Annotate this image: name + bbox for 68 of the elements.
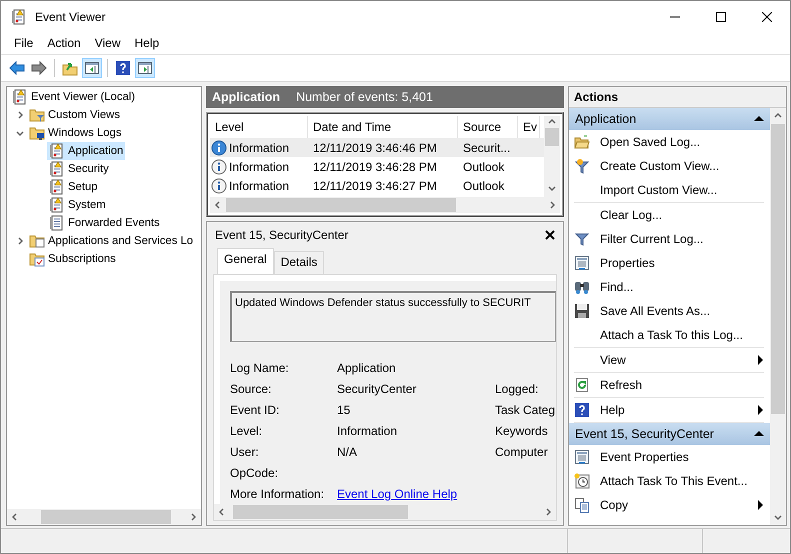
command-item[interactable]: Open Saved Log... bbox=[573, 130, 764, 154]
tree-item[interactable]: Windows Logs bbox=[27, 124, 124, 142]
event-title: Event 15, SecurityCenter bbox=[215, 228, 348, 242]
table-cell: Information bbox=[229, 160, 290, 174]
field-label: Logged: bbox=[495, 382, 540, 396]
table-cell-text: Securit... bbox=[462, 140, 512, 154]
command-item[interactable]: View bbox=[573, 348, 764, 372]
event-count: Number of events: 5,401 bbox=[296, 90, 433, 104]
field-value: Information bbox=[337, 424, 398, 438]
field-label: OpCode: bbox=[230, 466, 280, 480]
tab[interactable]: General bbox=[217, 248, 274, 274]
event-row[interactable]: Information 12/11/2019 3:46:28 PM Outlook bbox=[210, 157, 544, 176]
command-item[interactable]: Create Custom View... bbox=[573, 154, 764, 178]
table-cell-text: 12/11/2019 3:46:28 PM bbox=[312, 160, 438, 174]
tree-item[interactable]: System bbox=[47, 196, 108, 214]
command-item[interactable]: Attach Task To This Event... bbox=[573, 469, 764, 493]
command-item[interactable]: Clear Log... bbox=[573, 203, 764, 227]
field-value: SecurityCenter bbox=[337, 382, 418, 396]
field-label: User: bbox=[230, 444, 260, 459]
event-row[interactable]: Information 12/11/2019 3:46:46 PM Securit... bbox=[210, 138, 544, 157]
tree-item[interactable]: Custom Views bbox=[27, 106, 122, 124]
field-label: Level: bbox=[230, 424, 264, 438]
table-cell-text: Outlook bbox=[462, 178, 506, 192]
tree-item[interactable]: Application bbox=[47, 142, 126, 160]
command-item[interactable]: Refresh bbox=[573, 373, 764, 397]
tree-item[interactable]: Applications and Services Lo bbox=[27, 232, 196, 250]
window-title: Event Viewer bbox=[35, 10, 106, 24]
menu-item[interactable]: Action bbox=[40, 33, 88, 53]
command-item[interactable]: Save All Events As... bbox=[573, 299, 764, 323]
table-cell-text: 12/11/2019 3:46:46 PM bbox=[312, 140, 438, 154]
field-label: Event ID: bbox=[230, 402, 280, 417]
field-value: 15 bbox=[337, 402, 352, 417]
command-item[interactable]: Event Properties bbox=[573, 445, 764, 469]
table-cell-text: 12/11/2019 3:46:27 PM bbox=[312, 178, 438, 192]
tree-item[interactable]: Forwarded Events bbox=[47, 214, 162, 232]
event-row[interactable]: Information 12/11/2019 3:46:27 PM Outlook bbox=[210, 176, 544, 195]
tab[interactable]: Details bbox=[274, 251, 324, 274]
table-cell-text: Outlook bbox=[462, 160, 506, 174]
menu-item[interactable]: View bbox=[88, 33, 128, 53]
table-cell: Information bbox=[229, 178, 290, 192]
field-label: Log Name: bbox=[230, 361, 290, 376]
command-item[interactable]: Attach a Task To this Log... bbox=[573, 323, 764, 347]
command-item[interactable]: Import Custom View... bbox=[573, 178, 764, 202]
menu-item[interactable]: Help bbox=[128, 33, 166, 53]
field-label: Source: bbox=[230, 382, 272, 396]
event-message: Updated Windows Defender status successfully to SECURIT bbox=[230, 291, 556, 342]
tree-item[interactable]: Subscriptions bbox=[27, 250, 118, 268]
command-item[interactable]: Help bbox=[573, 398, 764, 422]
log-title: Application bbox=[212, 90, 280, 104]
field-label: Task Categ bbox=[495, 402, 555, 417]
field-label: More Information: bbox=[230, 486, 326, 501]
field-label: Computer bbox=[495, 444, 549, 459]
section-header[interactable]: Event 15, SecurityCenter bbox=[569, 423, 770, 445]
menu-item[interactable]: File bbox=[7, 33, 40, 53]
section-header[interactable]: Application bbox=[569, 108, 770, 130]
pane-title: Actions bbox=[569, 87, 786, 108]
command-item[interactable]: Properties bbox=[573, 251, 764, 275]
command-item[interactable]: Copy bbox=[573, 493, 764, 517]
table-cell: Information bbox=[229, 140, 290, 154]
field-value: N/A bbox=[337, 444, 358, 459]
help-link[interactable]: Event Log Online Help bbox=[337, 486, 495, 501]
tree-item[interactable]: Event Viewer (Local) bbox=[10, 88, 138, 106]
command-item[interactable]: Find... bbox=[573, 275, 764, 299]
field-value: Application bbox=[337, 361, 397, 376]
tree-item[interactable]: Setup bbox=[47, 178, 100, 196]
command-item[interactable]: Filter Current Log... bbox=[573, 227, 764, 251]
tree-item[interactable]: Security bbox=[47, 160, 111, 178]
field-label: Keywords bbox=[495, 424, 549, 438]
